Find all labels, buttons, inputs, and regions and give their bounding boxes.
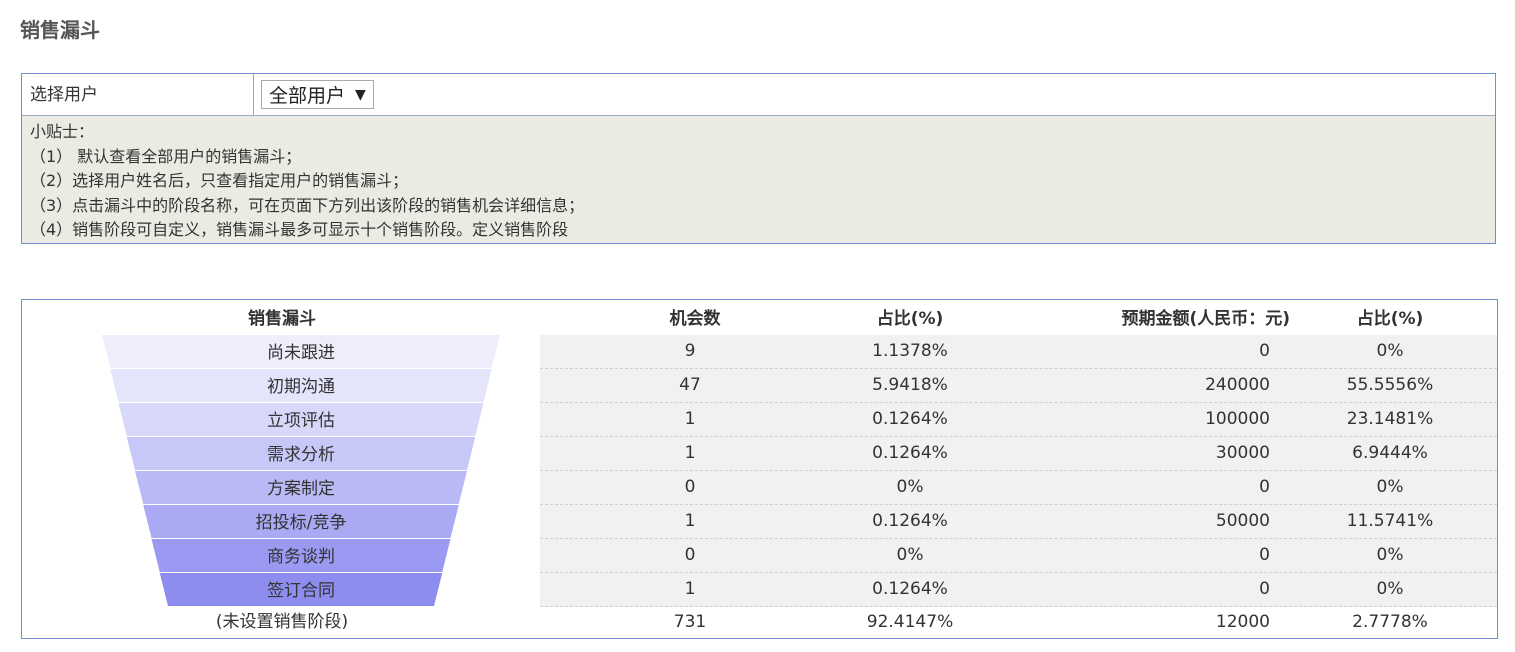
funnel-stage-label[interactable]: 立项评估 (267, 411, 335, 431)
funnel-stage-label[interactable]: 商务谈判 (267, 547, 335, 567)
expected-amount: 30000 (1215, 443, 1270, 463)
opportunity-count: 1 (684, 443, 696, 463)
expected-amount: 0 (1259, 341, 1270, 361)
expected-amount: 240000 (1205, 375, 1270, 395)
tip-line: （3）点击漏斗中的阶段名称，可在页面下方列出该阶段的销售机会详细信息； (30, 195, 585, 215)
expected-amount: 0 (1259, 579, 1270, 599)
table-row: 1 0.1264% 0 0% (540, 573, 1497, 607)
opportunity-count: 1 (684, 579, 696, 599)
opportunity-count: 0 (684, 477, 696, 497)
unset-count: 731 (673, 612, 707, 632)
funnel-stage-label[interactable]: 初期沟通 (267, 377, 335, 397)
funnel-stage-label[interactable]: 签订合同 (267, 581, 335, 601)
header-amount: 预期金额(人民币：元) (1121, 309, 1290, 329)
user-filter-control: 全部用户 ▼ (254, 74, 374, 115)
funnel-table: 销售漏斗 机会数 占比(%) 预期金额(人民币：元) 占比(%) 尚未跟进 初期沟… (21, 299, 1498, 639)
funnel-data-area: 9 1.1378% 0 0% 47 5.9418% 240000 55.5556% 1 0.126… (540, 335, 1497, 607)
funnel-stage-label[interactable]: 招投标/竞争 (256, 513, 347, 533)
unset-amount-ratio: 2.7778% (1352, 612, 1428, 632)
amount-ratio: 6.9444% (1352, 443, 1428, 463)
tips-box: 小贴士： （1） 默认查看全部用户的销售漏斗； （2）选择用户姓名后，只查看指定… (22, 116, 1495, 247)
unset-stage-row: (未设置销售阶段) 731 92.4147% 12000 2.7778% (22, 607, 1497, 638)
funnel-stage-label[interactable]: 需求分析 (267, 445, 335, 465)
unset-amount: 12000 (1215, 612, 1270, 632)
amount-ratio: 0% (1376, 545, 1404, 565)
tips-title: 小贴士： (30, 122, 95, 141)
opportunity-count: 47 (679, 375, 701, 395)
table-row: 47 5.9418% 240000 55.5556% (540, 369, 1497, 403)
chevron-down-icon: ▼ (355, 86, 366, 103)
user-select-dropdown[interactable]: 全部用户 ▼ (261, 80, 374, 109)
opportunity-ratio: 0.1264% (872, 409, 948, 429)
amount-ratio: 23.1481% (1346, 409, 1434, 429)
funnel-chart: 尚未跟进初期沟通立项评估需求分析方案制定招投标/竞争商务谈判签订合同 (102, 335, 500, 606)
tip-line: （1） 默认查看全部用户的销售漏斗； (30, 146, 302, 166)
opportunity-ratio: 0.1264% (872, 443, 948, 463)
tip-line: （4）销售阶段可自定义，销售漏斗最多可显示十个销售阶段。定义销售阶段 (30, 220, 569, 239)
tip-line: （2）选择用户姓名后，只查看指定用户的销售漏斗； (30, 171, 409, 190)
opportunity-count: 1 (684, 511, 696, 531)
page-title: 销售漏斗 (20, 18, 100, 42)
table-row: 0 0% 0 0% (540, 539, 1497, 573)
table-row: 1 0.1264% 50000 11.5741% (540, 505, 1497, 539)
table-row: 1 0.1264% 100000 23.1481% (540, 403, 1497, 437)
header-amount-ratio: 占比(%) (1356, 309, 1424, 329)
user-filter-label: 选择用户 (22, 74, 254, 115)
table-row: 1 0.1264% 30000 6.9444% (540, 437, 1497, 471)
opportunity-ratio: 0% (896, 477, 924, 497)
filter-panel: 选择用户 全部用户 ▼ 小贴士： （1） 默认查看全部用户的销售漏斗； （2）选… (21, 73, 1496, 244)
funnel-stage-label[interactable]: 尚未跟进 (267, 343, 335, 363)
opportunity-count: 1 (684, 409, 696, 429)
amount-ratio: 0% (1376, 477, 1404, 497)
unset-stage-label: (未设置销售阶段) (215, 612, 349, 632)
unset-ratio: 92.4147% (866, 612, 954, 632)
expected-amount: 50000 (1215, 511, 1270, 531)
expected-amount: 0 (1259, 477, 1270, 497)
funnel-stage-label[interactable]: 方案制定 (267, 479, 335, 499)
user-filter-row: 选择用户 全部用户 ▼ (22, 74, 1495, 116)
expected-amount: 100000 (1205, 409, 1270, 429)
amount-ratio: 0% (1376, 341, 1404, 361)
table-row: 0 0% 0 0% (540, 471, 1497, 505)
opportunity-ratio: 0.1264% (872, 579, 948, 599)
header-ratio: 占比(%) (876, 309, 944, 329)
header-count: 机会数 (669, 309, 721, 329)
opportunity-ratio: 0% (896, 545, 924, 565)
opportunity-count: 0 (684, 545, 696, 565)
opportunity-ratio: 1.1378% (872, 341, 948, 361)
amount-ratio: 0% (1376, 579, 1404, 599)
opportunity-ratio: 5.9418% (872, 375, 948, 395)
table-row: 9 1.1378% 0 0% (540, 335, 1497, 369)
opportunity-ratio: 0.1264% (872, 511, 948, 531)
expected-amount: 0 (1259, 545, 1270, 565)
user-select-value: 全部用户 (269, 85, 346, 107)
amount-ratio: 55.5556% (1346, 375, 1434, 395)
opportunity-count: 9 (684, 341, 696, 361)
amount-ratio: 11.5741% (1346, 511, 1434, 531)
